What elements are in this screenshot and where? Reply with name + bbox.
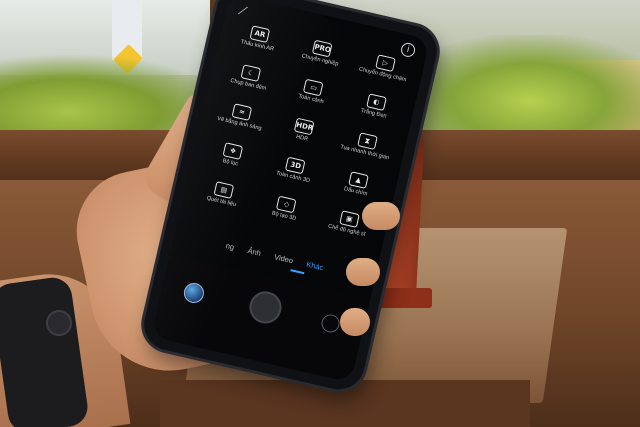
3d-panorama-icon: 3D <box>285 156 307 175</box>
watermark-icon: ▲ <box>347 171 369 189</box>
shutter-button-icon[interactable] <box>245 288 285 327</box>
band-button-icon <box>46 310 72 336</box>
3d-creator-icon: ◇ <box>276 195 298 214</box>
active-tab-indicator <box>289 269 304 275</box>
tab-2[interactable]: Video <box>273 252 294 265</box>
artist-icon: ▣ <box>338 210 360 228</box>
finger <box>340 308 370 336</box>
slow-motion-icon: ▷ <box>374 54 396 72</box>
info-icon[interactable]: i <box>399 41 417 59</box>
mode-label: Toàn cảnh 3D <box>275 170 311 185</box>
finger <box>346 258 380 286</box>
switch-camera-icon[interactable] <box>319 312 342 335</box>
tab-3[interactable]: Khác <box>306 260 325 273</box>
finger <box>362 202 400 230</box>
photo-scene: ⟋ i ARThấu kính ARPROChuyên nghiệp▷Chuyể… <box>0 0 640 427</box>
mono-icon: ◐ <box>365 93 387 111</box>
timelapse-icon: ⧗ <box>356 132 378 150</box>
tab-1[interactable]: Ảnh <box>247 246 262 258</box>
